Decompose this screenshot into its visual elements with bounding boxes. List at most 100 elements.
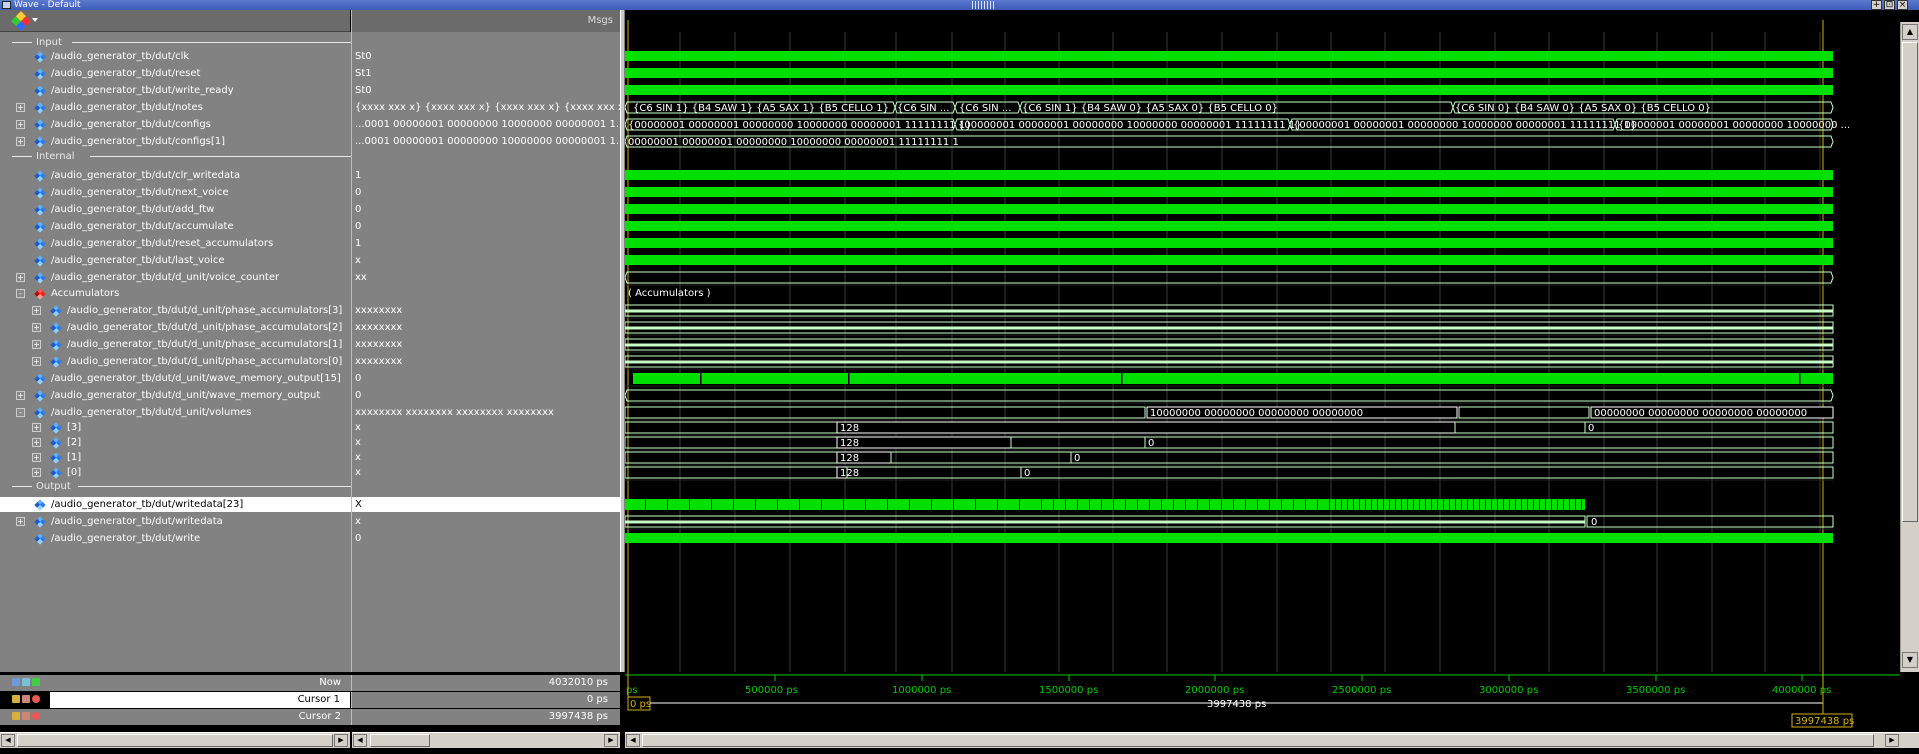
lock-cursor-icon[interactable] <box>22 678 30 686</box>
expand-icon[interactable]: + <box>32 423 41 432</box>
axis-tick-label: 1000000 ps <box>892 685 951 696</box>
signal-edge <box>1449 499 1450 510</box>
collapse-icon[interactable]: - <box>16 289 25 298</box>
signal-row[interactable]: /audio_generator_tb/dut/accumulate <box>0 219 351 234</box>
add-cursor-icon[interactable] <box>12 678 20 686</box>
signal-row[interactable]: /audio_generator_tb/dut/last_voice <box>0 253 351 268</box>
expand-icon[interactable]: + <box>16 137 25 146</box>
edit-icon[interactable] <box>22 695 30 703</box>
scroll-right-arrow[interactable]: ▶ <box>1885 734 1899 747</box>
scroll-right-arrow[interactable]: ▶ <box>604 734 618 747</box>
signal-row[interactable]: + /audio_generator_tb/dut/d_unit/phase_ac… <box>0 303 351 318</box>
cursor2-row[interactable]: Cursor 2 3997438 ps <box>0 709 620 725</box>
signal-row[interactable]: + /audio_generator_tb/dut/d_unit/voice_co… <box>0 270 351 285</box>
signal-row[interactable]: /audio_generator_tb/dut/reset_accumulato… <box>0 236 351 251</box>
wave-menu-icon[interactable] <box>11 11 31 31</box>
delete-cursor-icon[interactable] <box>32 712 40 720</box>
expand-icon[interactable]: + <box>32 306 41 315</box>
signal-row[interactable]: /audio_generator_tb/dut/add_ftw <box>0 202 351 217</box>
bus-segment <box>1070 451 1834 464</box>
signal-edge <box>1305 499 1306 510</box>
collapse-icon[interactable]: - <box>16 408 25 417</box>
scroll-down-arrow[interactable]: ▼ <box>1902 652 1918 668</box>
signal-edge <box>931 499 932 510</box>
signal-edge <box>1569 499 1570 510</box>
expand-icon[interactable]: + <box>32 453 41 462</box>
signal-row[interactable]: /audio_generator_tb/dut/d_unit/wave_memo… <box>0 371 351 386</box>
signal-row[interactable]: + /audio_generator_tb/dut/configs[1] <box>0 134 351 149</box>
signal-row[interactable]: + /audio_generator_tb/dut/d_unit/phase_ac… <box>0 320 351 335</box>
expand-icon[interactable]: + <box>32 340 41 349</box>
signal-row[interactable]: + /audio_generator_tb/dut/d_unit/wave_mem… <box>0 388 351 403</box>
close-button[interactable]: × <box>1897 0 1908 10</box>
signal-row[interactable]: - /audio_generator_tb/dut/d_unit/volumes <box>0 405 351 420</box>
bus-segment <box>625 421 838 434</box>
cursor1-row[interactable]: Cursor 1 0 ps <box>0 692 620 708</box>
expand-icon[interactable]: + <box>32 357 41 366</box>
signal-name: [1] <box>67 452 82 463</box>
scroll-left-arrow[interactable]: ◀ <box>1 734 15 747</box>
scroll-left-arrow[interactable]: ◀ <box>353 734 367 747</box>
waveform-pane[interactable]: {C6 SIN 1} {B4 SAW 1} {A5 SAX 1} {B5 CEL… <box>625 10 1900 672</box>
signal-row[interactable]: + [0] <box>0 465 351 480</box>
signal-row[interactable]: /audio_generator_tb/dut/write <box>0 531 351 546</box>
signal-row[interactable]: + [2] <box>0 435 351 450</box>
vertical-scrollbar[interactable]: ▲ ▼ <box>1900 22 1919 672</box>
signal-icon <box>34 102 46 114</box>
delete-cursor-icon[interactable] <box>32 695 40 703</box>
now-row: Now 4032010 ps <box>0 675 620 691</box>
drag-grip[interactable] <box>972 1 996 9</box>
scroll-left-arrow[interactable]: ◀ <box>626 734 640 747</box>
signal-row[interactable]: + [1] <box>0 450 351 465</box>
signal-row[interactable]: /audio_generator_tb/dut/writedata[23] <box>0 497 351 512</box>
signal-value: x <box>355 452 361 463</box>
name-hscrollbar[interactable]: ◀ ▶ <box>0 732 350 748</box>
signal-edge <box>1269 499 1270 510</box>
signal-value: 0 <box>355 533 362 544</box>
signal-row[interactable]: + /audio_generator_tb/dut/writedata <box>0 514 351 529</box>
signal-row[interactable]: + /audio_generator_tb/dut/configs <box>0 117 351 132</box>
signal-edge <box>799 499 800 510</box>
value-hscrollbar[interactable]: ◀ ▶ <box>352 732 620 748</box>
signal-row[interactable]: /audio_generator_tb/dut/write_ready <box>0 83 351 98</box>
cursor1-value: 0 ps <box>351 692 620 708</box>
maximize-button[interactable]: ⊡ <box>1884 0 1895 10</box>
lock-icon[interactable] <box>12 695 20 703</box>
signal-row[interactable]: - Accumulators <box>0 286 351 301</box>
dock-button[interactable]: + <box>1871 0 1882 10</box>
scroll-thumb[interactable] <box>642 734 1874 747</box>
signal-row[interactable]: /audio_generator_tb/dut/reset <box>0 66 351 81</box>
chevron-down-icon[interactable] <box>32 18 38 22</box>
expand-icon[interactable]: + <box>16 103 25 112</box>
signal-row[interactable]: + /audio_generator_tb/dut/d_unit/phase_ac… <box>0 354 351 369</box>
lock-icon[interactable] <box>12 712 20 720</box>
scroll-thumb[interactable] <box>17 734 333 747</box>
expand-icon[interactable]: + <box>32 468 41 477</box>
group-header-input[interactable]: Input <box>12 36 351 49</box>
signal-row[interactable]: + /audio_generator_tb/dut/d_unit/phase_ac… <box>0 337 351 352</box>
expand-icon[interactable]: + <box>16 273 25 282</box>
wave-hscrollbar[interactable]: ◀ ▶ <box>625 732 1919 748</box>
edit-icon[interactable] <box>22 712 30 720</box>
cursor2-label[interactable]: Cursor 2 <box>0 709 351 725</box>
signal-row[interactable]: + /audio_generator_tb/dut/notes <box>0 100 351 115</box>
expand-icon[interactable]: + <box>32 323 41 332</box>
signal-row[interactable]: /audio_generator_tb/dut/clr_writedata <box>0 168 351 183</box>
signal-row[interactable]: + [3] <box>0 420 351 435</box>
signal-row[interactable]: /audio_generator_tb/dut/next_voice <box>0 185 351 200</box>
bus-segment <box>625 389 1834 402</box>
scroll-up-arrow[interactable]: ▲ <box>1902 24 1918 40</box>
expand-icon[interactable]: + <box>16 517 25 526</box>
expand-icon[interactable]: + <box>16 391 25 400</box>
signal-row[interactable]: /audio_generator_tb/dut/clk <box>0 49 351 64</box>
expand-icon[interactable]: + <box>16 120 25 129</box>
expand-icon[interactable]: + <box>32 438 41 447</box>
scroll-thumb[interactable] <box>1902 42 1918 522</box>
new-cursor-icon[interactable] <box>32 678 40 686</box>
scroll-right-arrow[interactable]: ▶ <box>334 734 348 747</box>
signal-edge <box>1413 499 1414 510</box>
scroll-thumb[interactable] <box>370 734 430 747</box>
group-header-internal[interactable]: Internal <box>12 150 351 163</box>
group-header-output[interactable]: Output <box>12 480 351 493</box>
cursor1-label[interactable]: Cursor 1 <box>50 692 350 708</box>
